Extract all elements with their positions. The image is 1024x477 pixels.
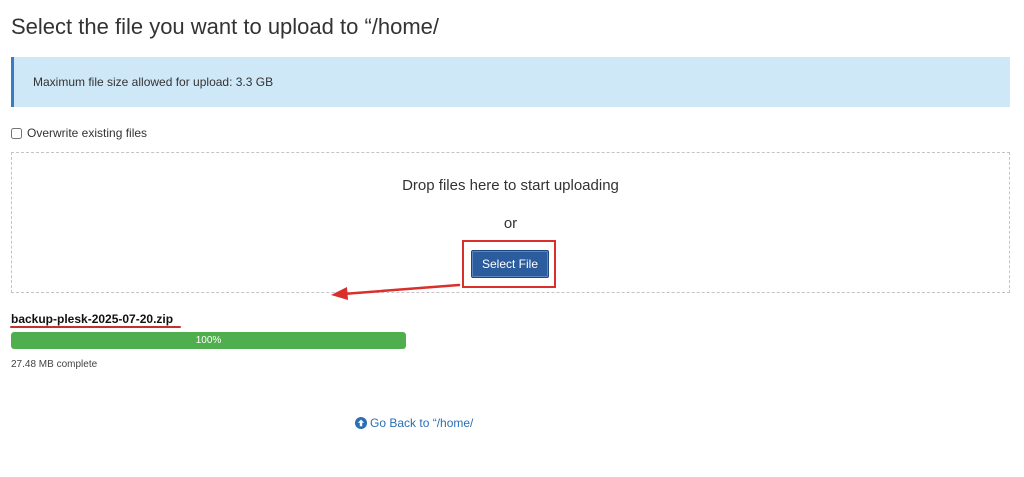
overwrite-checkbox[interactable] <box>11 127 22 139</box>
overwrite-option[interactable]: Overwrite existing files <box>11 126 147 140</box>
go-back-label: Go Back to “/home/ <box>370 416 474 430</box>
overwrite-label: Overwrite existing files <box>27 126 148 140</box>
select-file-button[interactable]: Select File <box>471 250 549 278</box>
file-name-annotation-underline <box>10 326 181 328</box>
go-back-link[interactable]: Go Back to “/home/ <box>355 416 473 430</box>
upload-progress-bar: 100% <box>11 332 406 349</box>
page-title: Select the file you want to upload to “/… <box>11 14 440 39</box>
drop-instructions: Drop files here to start uploading <box>402 177 619 194</box>
max-size-info-box: Maximum file size allowed for upload: 3.… <box>11 57 1010 107</box>
upload-status-text: 27.48 MB complete <box>11 359 98 370</box>
or-separator: or <box>503 215 518 232</box>
max-size-info-text: Maximum file size allowed for upload: 3.… <box>33 75 274 89</box>
uploaded-file-name: backup-plesk-2025-07-20.zip <box>11 312 174 326</box>
file-drop-zone[interactable]: Drop files here to start uploading or Se… <box>11 152 1010 293</box>
upload-progress-fill: 100% <box>11 332 406 349</box>
upload-progress-label: 100% <box>195 335 222 346</box>
circle-arrow-up-icon <box>355 417 367 429</box>
